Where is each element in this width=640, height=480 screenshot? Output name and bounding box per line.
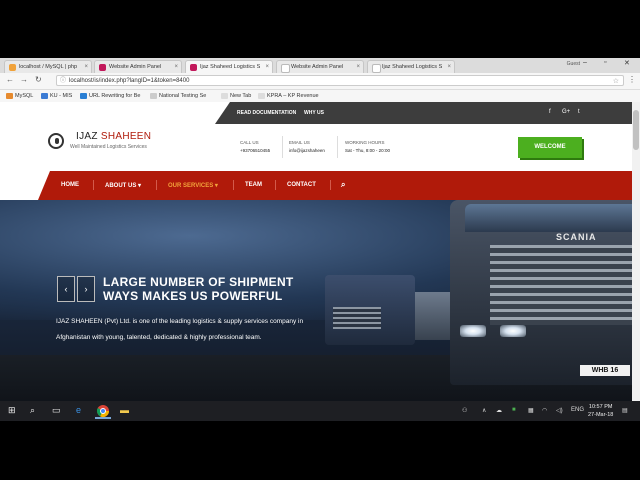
nav-our-services[interactable]: OUR SERVICES ▾ <box>168 182 218 189</box>
web-page: READ DOCUMENTATION WHY US f G+ t IJAZ SH… <box>0 102 632 421</box>
nav-team[interactable]: TEAM <box>245 182 262 188</box>
site-favicon-icon <box>99 64 106 71</box>
license-plate: WHB 16 <box>580 365 630 376</box>
windows-start-icon[interactable]: ⊞ <box>8 405 16 416</box>
logo-tagline: Well Maintained Logistics Services <box>70 144 147 150</box>
screen: localhost / MySQL | php × Website Admin P… <box>0 58 640 421</box>
minimize-icon[interactable]: – <box>583 59 587 66</box>
file-explorer-icon[interactable]: ▬ <box>120 405 129 415</box>
address-bar[interactable]: ⓘ localhost/is/index.php?langID=1&token=… <box>56 75 624 86</box>
bookmark-icon <box>80 93 87 99</box>
people-icon[interactable]: ⚇ <box>462 407 467 414</box>
search-icon[interactable]: ⌕ <box>341 180 345 190</box>
browser-tab-strip: localhost / MySQL | php × Website Admin P… <box>0 58 640 73</box>
chrome-icon <box>96 405 109 418</box>
notification-icon[interactable]: ▤ <box>622 407 628 414</box>
twitter-icon[interactable]: t <box>578 109 580 115</box>
clock[interactable]: 10:57 PM 27-Mar-18 <box>588 403 613 419</box>
why-us-link[interactable]: WHY US <box>304 110 324 116</box>
browser-tab[interactable]: Website Admin Panel × <box>276 60 364 73</box>
forward-icon[interactable]: → <box>20 75 28 84</box>
hours-value: Sat - Thu, 8:00 - 20:00 <box>345 148 390 153</box>
bookmark-icon <box>41 93 48 99</box>
browser-toolbar: ← → ↻ ⓘ localhost/is/index.php?langID=1&… <box>0 73 640 90</box>
star-icon[interactable]: ☆ <box>613 76 619 87</box>
nav-contact[interactable]: CONTACT <box>287 182 316 188</box>
logo-text[interactable]: IJAZ SHAHEEN <box>76 131 151 142</box>
close-icon[interactable]: × <box>356 61 360 73</box>
trailer-image <box>410 292 450 340</box>
hero-slider: SCANIA WHB 16 ‹ › LARGE NUMBER OF SHIPME… <box>0 200 632 421</box>
browser-tab-active[interactable]: Ijaz Shaheed Logistics Se × <box>185 60 273 73</box>
welcome-button[interactable]: WELCOME <box>518 137 582 158</box>
email-value[interactable]: info@ijazshaheen <box>289 148 325 153</box>
close-icon[interactable]: × <box>174 61 178 73</box>
truck-image <box>325 275 415 345</box>
menu-icon[interactable]: ⋮ <box>628 75 636 84</box>
wifi-icon[interactable]: ◠ <box>542 407 547 414</box>
close-icon[interactable]: × <box>265 61 269 73</box>
volume-icon[interactable]: ◁) <box>556 407 563 414</box>
clock-time: 10:57 PM <box>588 404 613 410</box>
browser-tab[interactable]: Ijaz Shaheed Logistics Se × <box>367 60 455 73</box>
google-plus-icon[interactable]: G+ <box>562 109 570 115</box>
main-nav: HOME ABOUT US ▾ OUR SERVICES ▾ TEAM CONT… <box>38 171 632 200</box>
task-view-icon[interactable]: ▭ <box>52 405 61 416</box>
scrollbar-thumb[interactable] <box>633 110 639 150</box>
language-indicator[interactable]: ENG <box>571 407 584 413</box>
chevron-up-icon[interactable]: ∧ <box>482 407 486 414</box>
network-icon[interactable]: ▦ <box>528 407 534 414</box>
hero-title: LARGE NUMBER OF SHIPMENT WAYS MAKES US P… <box>103 275 294 303</box>
browser-tab[interactable]: Website Admin Panel × <box>94 60 182 73</box>
hours-label: WORKING HOURS <box>345 140 385 145</box>
close-icon[interactable]: × <box>84 61 88 73</box>
profile-label[interactable]: Guest <box>567 61 580 67</box>
page-scrollbar[interactable] <box>632 102 640 421</box>
app-tray-icon[interactable]: ■ <box>512 407 516 413</box>
bookmark-item[interactable]: MySQL <box>6 91 33 101</box>
site-favicon-icon <box>190 64 197 71</box>
clock-date: 27-Mar-18 <box>588 412 614 418</box>
read-documentation-link[interactable]: READ DOCUMENTATION <box>237 110 296 116</box>
bookmark-item[interactable]: KU - MIS <box>41 91 72 101</box>
onedrive-icon[interactable]: ☁ <box>496 407 502 414</box>
bookmark-item[interactable]: KPRA – KP Revenue <box>258 91 319 101</box>
page-icon <box>281 64 290 73</box>
nav-about-us[interactable]: ABOUT US ▾ <box>105 182 141 189</box>
bookmark-item[interactable]: New Tab <box>221 91 251 101</box>
page-icon <box>258 93 265 99</box>
truck-brand-text: SCANIA <box>556 232 597 242</box>
page-icon <box>221 93 228 99</box>
bookmark-icon <box>6 93 13 99</box>
reload-icon[interactable]: ↻ <box>35 75 42 84</box>
bookmark-item[interactable]: National Testing Se <box>150 91 206 101</box>
bookmark-icon <box>150 93 157 99</box>
back-icon[interactable]: ← <box>6 75 14 84</box>
chrome-taskbar-button[interactable] <box>95 403 111 419</box>
slider-next-button[interactable]: › <box>77 276 95 302</box>
logo-icon <box>48 133 64 149</box>
top-bar: READ DOCUMENTATION WHY US f G+ t <box>0 102 632 124</box>
phpmyadmin-icon <box>9 64 16 71</box>
close-icon[interactable]: × <box>447 61 451 73</box>
email-label: EMAIL US <box>289 140 310 145</box>
close-window-icon[interactable]: ✕ <box>624 59 630 67</box>
page-icon <box>372 64 381 73</box>
call-value: +93706510455 <box>240 148 271 153</box>
call-label: CALL US <box>240 140 259 145</box>
edge-icon[interactable]: e <box>76 405 81 415</box>
slider-prev-button[interactable]: ‹ <box>57 276 75 302</box>
nav-home[interactable]: HOME <box>61 182 79 188</box>
bookmark-item[interactable]: URL Rewriting for Be <box>80 91 140 101</box>
site-header: IJAZ SHAHEEN Well Maintained Logistics S… <box>0 124 632 170</box>
info-icon[interactable]: ⓘ <box>60 76 66 87</box>
hero-description: IJAZ SHAHEEN (Pvt) Ltd. is one of the le… <box>56 318 304 341</box>
facebook-icon[interactable]: f <box>549 109 551 115</box>
maximize-icon[interactable]: ▫ <box>604 59 606 66</box>
search-icon[interactable]: ⌕ <box>30 405 35 416</box>
url-text: localhost/is/index.php?langID=1&token=84… <box>69 78 190 84</box>
browser-tab[interactable]: localhost / MySQL | php × <box>4 60 92 73</box>
windows-taskbar: ⊞ ⌕ ▭ e ▬ ⚇ ∧ ☁ ■ ▦ ◠ ◁) ENG 10:57 PM 27… <box>0 401 640 421</box>
